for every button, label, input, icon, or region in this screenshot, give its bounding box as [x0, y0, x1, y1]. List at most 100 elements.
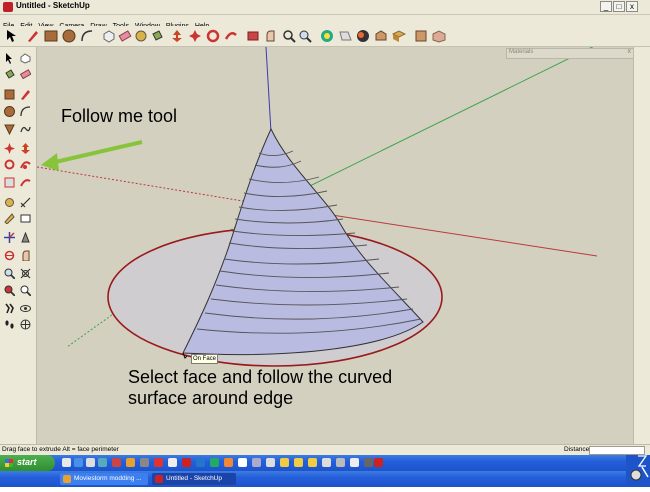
eraser-icon[interactable]: [118, 29, 132, 43]
quick-launch-red-icon[interactable]: [154, 458, 163, 467]
rectangle-icon[interactable]: [4, 89, 15, 100]
rotate-icon[interactable]: [4, 159, 15, 170]
push-pull-icon[interactable]: [20, 143, 31, 154]
polygon-icon[interactable]: [4, 124, 15, 135]
scale-icon[interactable]: [4, 177, 15, 188]
quick-launch-notepad-icon[interactable]: [168, 458, 177, 467]
paint-bucket-icon[interactable]: [4, 69, 15, 80]
paint-bucket-icon[interactable]: [150, 29, 164, 43]
get-models-icon[interactable]: [414, 29, 428, 43]
start-button[interactable]: start: [0, 455, 55, 471]
quick-launch-ie-icon[interactable]: [74, 458, 83, 467]
quick-launch-page-icon[interactable]: [322, 458, 331, 467]
share-model-icon[interactable]: [392, 29, 406, 43]
quick-launch-sketchup-icon[interactable]: [182, 458, 191, 467]
distance-label: Distance: [564, 446, 590, 453]
make-component-icon[interactable]: [102, 29, 116, 43]
minimize-button[interactable]: _: [600, 1, 612, 12]
quick-launch-orange-icon[interactable]: [224, 458, 233, 467]
browser-icon: [63, 475, 71, 483]
rectangle-icon[interactable]: [44, 29, 58, 43]
quick-launch-folder2-icon[interactable]: [294, 458, 303, 467]
orbit-icon[interactable]: [4, 250, 15, 261]
circle-icon[interactable]: [4, 106, 15, 117]
quick-launch-desktop-icon[interactable]: [62, 458, 71, 467]
materials-title: Materials: [509, 49, 534, 55]
previous-view-icon[interactable]: [20, 285, 31, 296]
offset-icon[interactable]: [20, 177, 31, 188]
arc-icon[interactable]: [20, 106, 31, 117]
close-button[interactable]: x: [626, 1, 638, 12]
zoom-icon[interactable]: [4, 268, 15, 279]
circle-icon[interactable]: [62, 29, 76, 43]
footprints-icon[interactable]: [4, 319, 15, 330]
arc-icon[interactable]: [80, 29, 94, 43]
taskbar-moviestorm-label: Moviestorm modding ...: [74, 475, 142, 482]
position-camera-icon[interactable]: [4, 303, 15, 314]
quick-launch-xls-icon[interactable]: [350, 458, 359, 467]
quick-launch-white-icon[interactable]: [238, 458, 247, 467]
quick-launch-folder3-icon[interactable]: [308, 458, 317, 467]
right-panel-edge: [633, 47, 650, 444]
freehand-icon[interactable]: [20, 124, 31, 135]
walk-icon[interactable]: [20, 303, 31, 314]
pan-icon[interactable]: [282, 29, 296, 43]
select-icon[interactable]: [4, 53, 15, 64]
windows-flag-icon: [5, 459, 13, 467]
text-icon[interactable]: [20, 213, 31, 224]
eraser-icon[interactable]: [20, 69, 31, 80]
taskbar-sketchup-button[interactable]: Untitled - SketchUp: [152, 473, 236, 485]
quick-launch-green-icon[interactable]: [210, 458, 219, 467]
next-view-icon[interactable]: [356, 29, 370, 43]
offset-icon[interactable]: [224, 29, 238, 43]
zoom-extents-icon[interactable]: [320, 29, 334, 43]
pan-icon[interactable]: [20, 250, 31, 261]
zoom-icon[interactable]: [298, 29, 312, 43]
quick-launch-page2-icon[interactable]: [336, 458, 345, 467]
distance-input[interactable]: [589, 446, 645, 455]
quick-launch-media-icon[interactable]: [98, 458, 107, 467]
quick-launch-dark-icon[interactable]: [364, 458, 373, 467]
quick-launch-doc-icon[interactable]: [266, 458, 275, 467]
rotate-icon[interactable]: [188, 29, 202, 43]
zoom-window-icon[interactable]: [20, 268, 31, 279]
follow-me-icon[interactable]: [20, 159, 31, 170]
look-around-icon[interactable]: [20, 319, 31, 330]
3d-warehouse-icon[interactable]: [374, 29, 388, 43]
maximize-button[interactable]: □: [613, 1, 625, 12]
quick-launch-blue-icon[interactable]: [196, 458, 205, 467]
quick-launch-gray-icon[interactable]: [252, 458, 261, 467]
move-icon[interactable]: [246, 29, 260, 43]
pencil-icon[interactable]: [20, 89, 31, 100]
tape-measure-icon[interactable]: [4, 197, 15, 208]
3d-text-icon[interactable]: [20, 232, 31, 243]
protractor-icon[interactable]: [4, 213, 15, 224]
taskbar-moviestorm-button[interactable]: Moviestorm modding ...: [60, 473, 148, 485]
quick-launch-app-icon[interactable]: [112, 458, 121, 467]
zoom-extents-icon[interactable]: [4, 285, 15, 296]
make-component-icon[interactable]: [20, 53, 31, 64]
title-bar: Untitled - SketchUp _ □ x: [0, 0, 650, 15]
tray-z-icon[interactable]: [626, 455, 650, 487]
previous-view-icon[interactable]: [338, 29, 352, 43]
axes-icon[interactable]: [4, 232, 15, 243]
quick-launch-tool-icon[interactable]: [140, 458, 149, 467]
components-icon[interactable]: [432, 29, 446, 43]
dimension-icon[interactable]: [20, 197, 31, 208]
materials-close-button[interactable]: x: [628, 48, 632, 55]
quick-launch-red2-icon[interactable]: [374, 458, 383, 467]
red-axis-dashed: [37, 166, 268, 206]
tape-measure-icon[interactable]: [134, 29, 148, 43]
push-pull-icon[interactable]: [170, 29, 184, 43]
quick-launch-explorer-icon[interactable]: [86, 458, 95, 467]
follow-me-icon[interactable]: [206, 29, 220, 43]
orbit-icon[interactable]: [264, 29, 278, 43]
menu-bar: FileEditViewCameraDrawToolsWindowPlugins…: [0, 15, 650, 30]
start-label: start: [17, 457, 37, 467]
quick-launch-firefox-icon[interactable]: [126, 458, 135, 467]
select-icon[interactable]: [4, 29, 18, 43]
move-icon[interactable]: [4, 143, 15, 154]
quick-launch-folder-icon[interactable]: [280, 458, 289, 467]
materials-panel[interactable]: Materials x: [506, 48, 634, 59]
pencil-icon[interactable]: [26, 29, 40, 43]
